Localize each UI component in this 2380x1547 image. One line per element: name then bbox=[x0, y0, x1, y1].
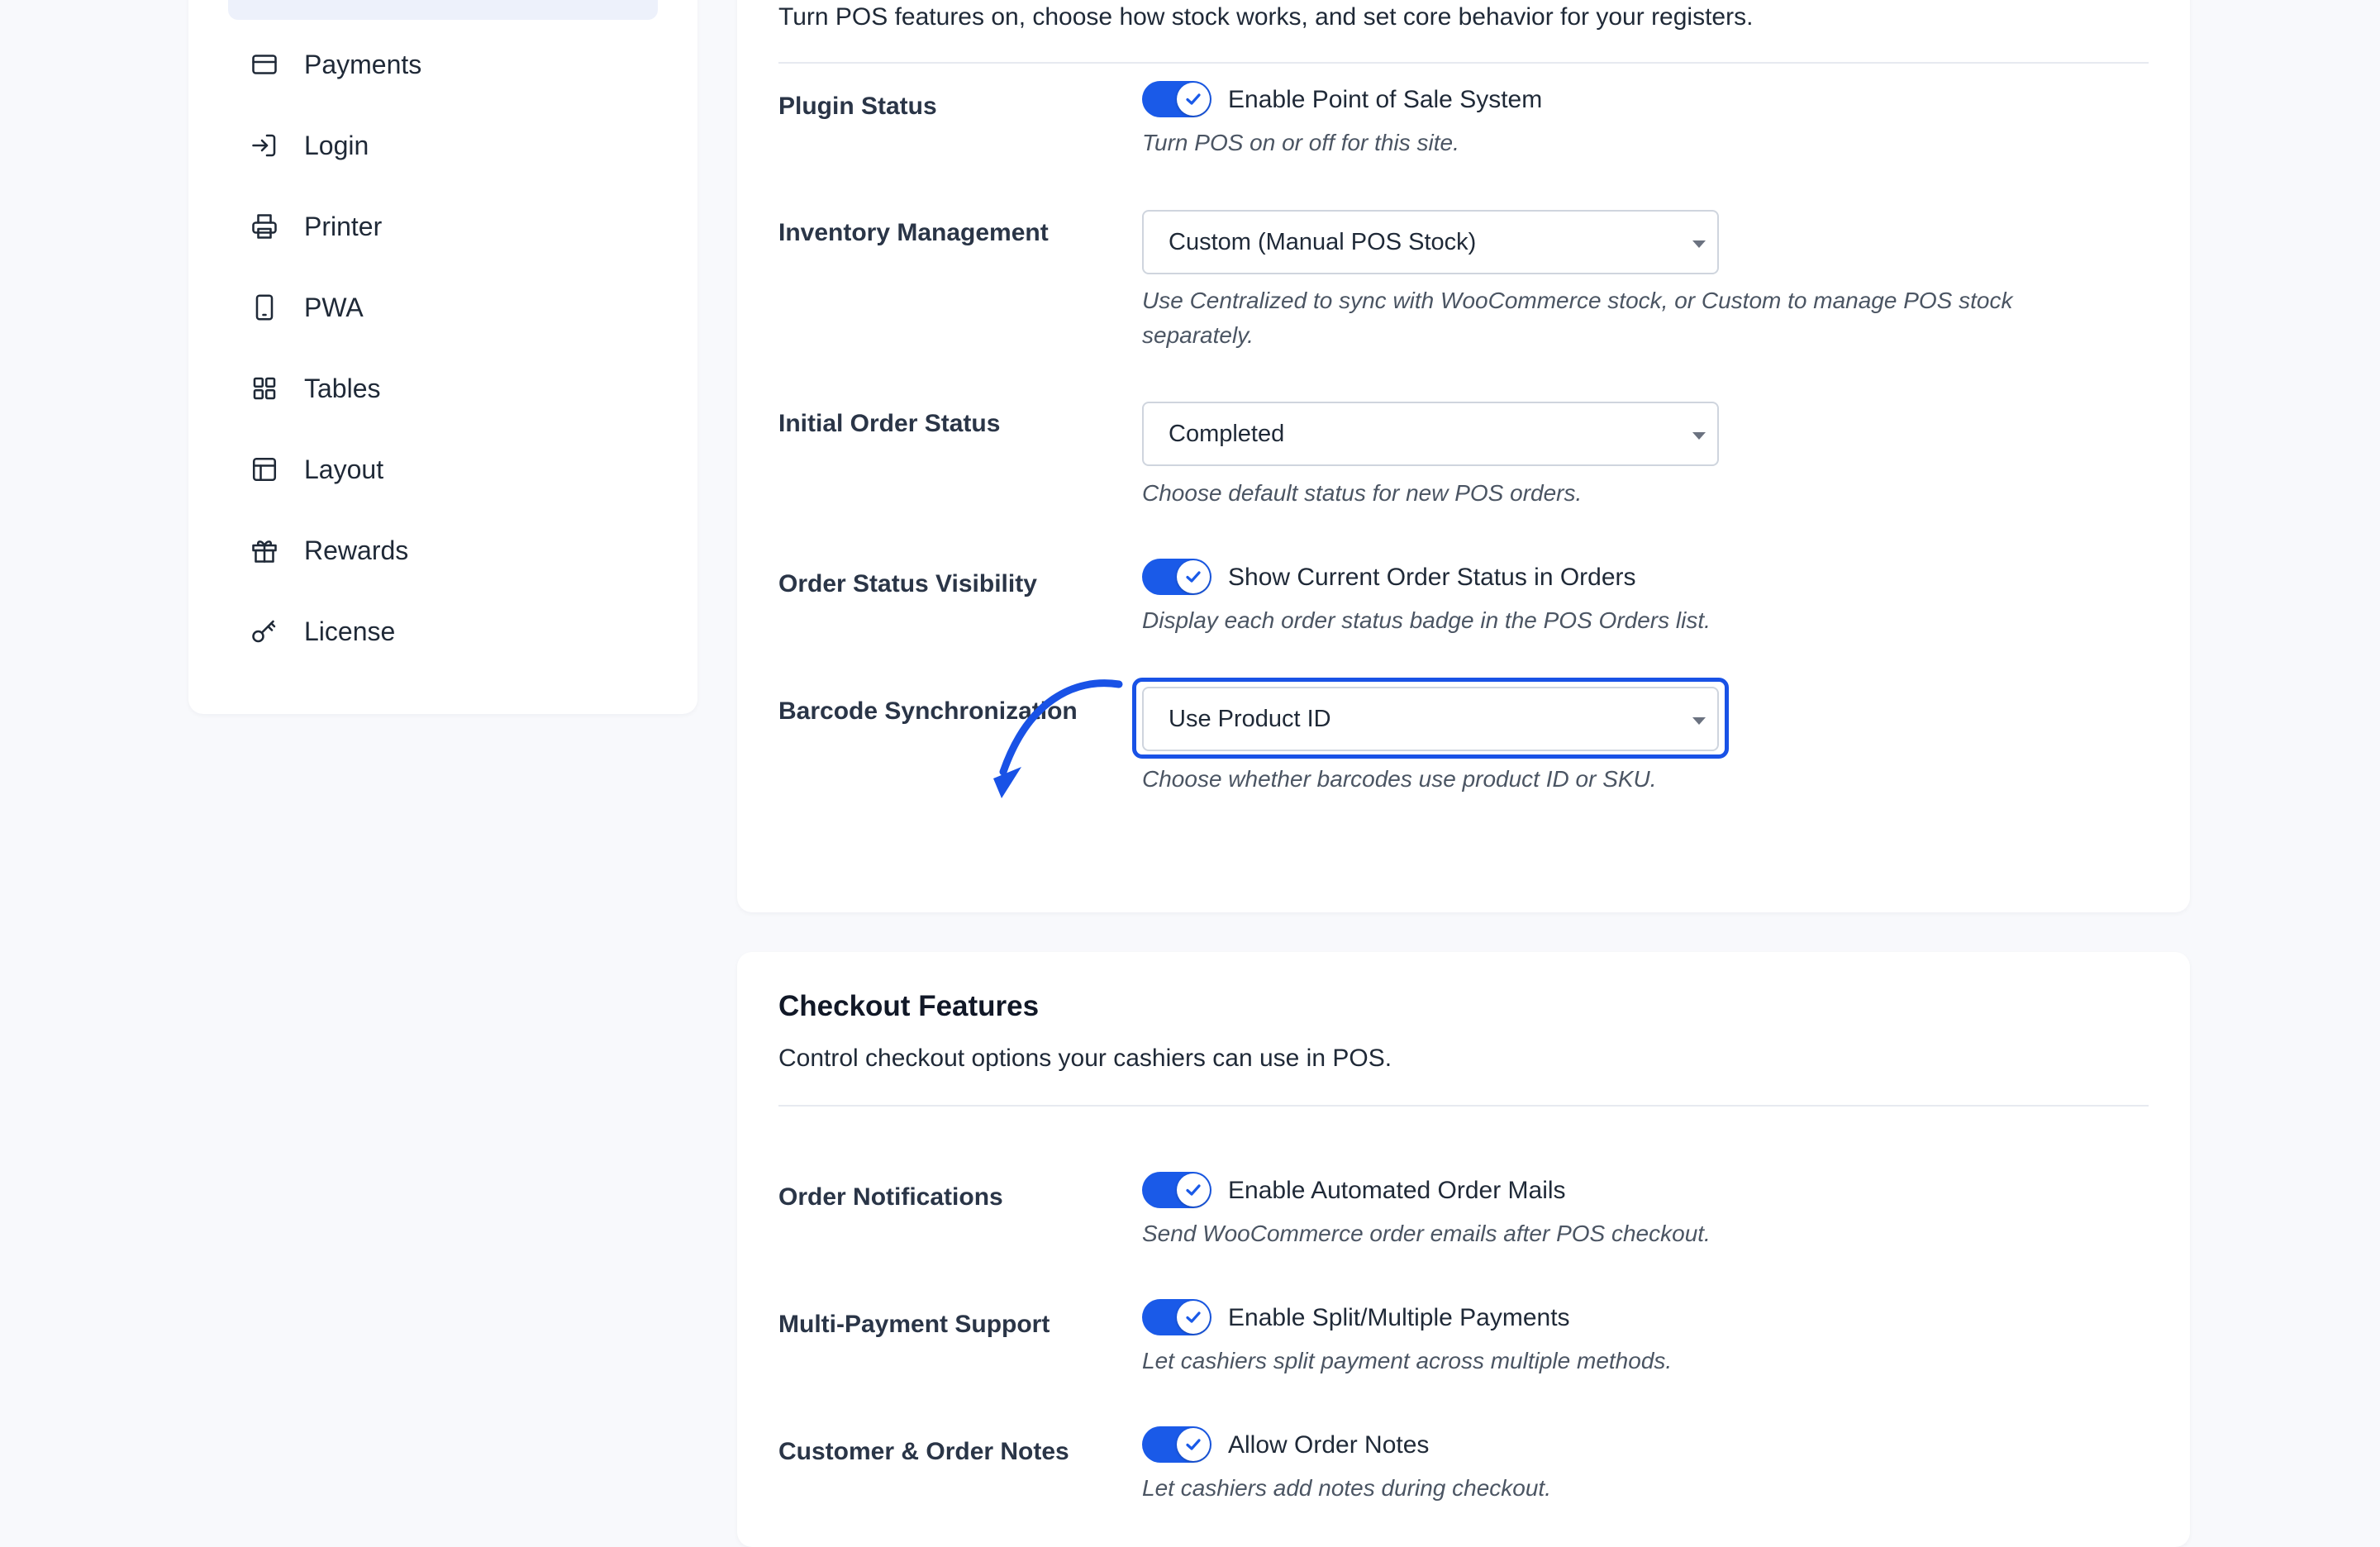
section-divider bbox=[778, 1105, 2149, 1107]
select-value: Custom (Manual POS Stock) bbox=[1169, 228, 1477, 255]
layout-icon bbox=[248, 453, 281, 486]
order-notes-help: Let cashiers add notes during checkout. bbox=[1142, 1475, 1551, 1501]
checkout-features-card: Checkout Features Control checkout optio… bbox=[737, 952, 2190, 1547]
order-status-visibility-toggle[interactable] bbox=[1142, 559, 1211, 595]
order-status-visibility-label: Order Status Visibility bbox=[778, 570, 1037, 597]
sidebar-active-item[interactable] bbox=[228, 0, 658, 20]
sidebar-item-label: Layout bbox=[304, 454, 384, 484]
check-icon bbox=[1186, 93, 1201, 105]
order-notes-toggle[interactable] bbox=[1142, 1426, 1211, 1463]
sidebar-item-login[interactable]: Login bbox=[248, 121, 628, 170]
settings-sidebar: Payments Login Printer PWA Tables Layout bbox=[188, 0, 697, 714]
sidebar-item-pwa[interactable]: PWA bbox=[248, 283, 628, 332]
barcode-sync-help: Choose whether barcodes use product ID o… bbox=[1142, 766, 1657, 792]
toggle-knob bbox=[1177, 1173, 1210, 1207]
barcode-sync-select[interactable]: Use Product ID bbox=[1142, 687, 1719, 751]
grid-icon bbox=[248, 372, 281, 405]
key-icon bbox=[248, 615, 281, 648]
check-icon bbox=[1186, 1184, 1201, 1196]
check-icon bbox=[1186, 571, 1201, 583]
sidebar-item-layout[interactable]: Layout bbox=[248, 445, 628, 494]
initial-order-status-label: Initial Order Status bbox=[778, 410, 1001, 437]
section-description: Control checkout options your cashiers c… bbox=[778, 1045, 1392, 1072]
gift-icon bbox=[248, 534, 281, 567]
toggle-knob bbox=[1177, 83, 1210, 116]
inventory-management-select[interactable]: Custom (Manual POS Stock) bbox=[1142, 210, 1719, 274]
inventory-management-label: Inventory Management bbox=[778, 219, 1049, 246]
sidebar-item-label: Login bbox=[304, 130, 369, 160]
sidebar-item-label: PWA bbox=[304, 292, 364, 322]
order-notifications-toggle-label: Enable Automated Order Mails bbox=[1228, 1177, 1566, 1204]
multi-payment-toggle-label: Enable Split/Multiple Payments bbox=[1228, 1304, 1570, 1331]
sidebar-item-label: License bbox=[304, 616, 396, 646]
multi-payment-label: Multi-Payment Support bbox=[778, 1311, 1050, 1338]
caret-down-icon bbox=[1692, 432, 1706, 440]
caret-down-icon bbox=[1692, 240, 1706, 248]
order-notes-toggle-label: Allow Order Notes bbox=[1228, 1431, 1430, 1459]
printer-icon bbox=[248, 210, 281, 243]
plugin-status-label: Plugin Status bbox=[778, 93, 937, 120]
initial-order-status-help: Choose default status for new POS orders… bbox=[1142, 480, 1583, 506]
toggle-knob bbox=[1177, 560, 1210, 593]
order-notifications-label: Order Notifications bbox=[778, 1183, 1003, 1211]
plugin-status-help: Turn POS on or off for this site. bbox=[1142, 130, 1459, 155]
plugin-status-toggle-label: Enable Point of Sale System bbox=[1228, 86, 1543, 113]
inventory-management-help: Use Centralized to sync with WooCommerce… bbox=[1142, 288, 2013, 348]
sidebar-item-label: Rewards bbox=[304, 535, 409, 565]
sidebar-item-payments[interactable]: Payments bbox=[248, 40, 628, 89]
check-icon bbox=[1186, 1311, 1201, 1323]
order-status-visibility-help: Display each order status badge in the P… bbox=[1142, 607, 1711, 633]
sidebar-item-license[interactable]: License bbox=[248, 607, 628, 656]
order-notifications-toggle[interactable] bbox=[1142, 1172, 1211, 1208]
section-description: Turn POS features on, choose how stock w… bbox=[778, 3, 1754, 31]
login-icon bbox=[248, 129, 281, 162]
section-divider bbox=[778, 62, 2149, 64]
multi-payment-toggle[interactable] bbox=[1142, 1299, 1211, 1335]
section-title: Checkout Features bbox=[778, 990, 1040, 1022]
sidebar-item-label: Printer bbox=[304, 211, 383, 241]
sidebar-item-rewards[interactable]: Rewards bbox=[248, 526, 628, 575]
select-value: Completed bbox=[1169, 420, 1285, 447]
caret-down-icon bbox=[1692, 717, 1706, 725]
sidebar-item-printer[interactable]: Printer bbox=[248, 202, 628, 251]
sidebar-item-label: Payments bbox=[304, 49, 422, 79]
order-notifications-help: Send WooCommerce order emails after POS … bbox=[1142, 1221, 1711, 1246]
initial-order-status-select[interactable]: Completed bbox=[1142, 402, 1719, 466]
check-icon bbox=[1186, 1439, 1201, 1450]
multi-payment-help: Let cashiers split payment across multip… bbox=[1142, 1348, 1673, 1373]
credit-card-icon bbox=[248, 48, 281, 81]
sidebar-item-label: Tables bbox=[304, 373, 381, 403]
toggle-knob bbox=[1177, 1301, 1210, 1334]
plugin-status-toggle[interactable] bbox=[1142, 81, 1211, 117]
general-settings-card: Turn POS features on, choose how stock w… bbox=[737, 0, 2190, 912]
mobile-device-icon bbox=[248, 291, 281, 324]
sidebar-item-tables[interactable]: Tables bbox=[248, 364, 628, 413]
order-notes-label: Customer & Order Notes bbox=[778, 1438, 1069, 1465]
select-value: Use Product ID bbox=[1169, 705, 1331, 732]
order-status-visibility-toggle-label: Show Current Order Status in Orders bbox=[1228, 564, 1636, 591]
toggle-knob bbox=[1177, 1428, 1210, 1461]
annotation-arrow-icon bbox=[993, 679, 1123, 798]
